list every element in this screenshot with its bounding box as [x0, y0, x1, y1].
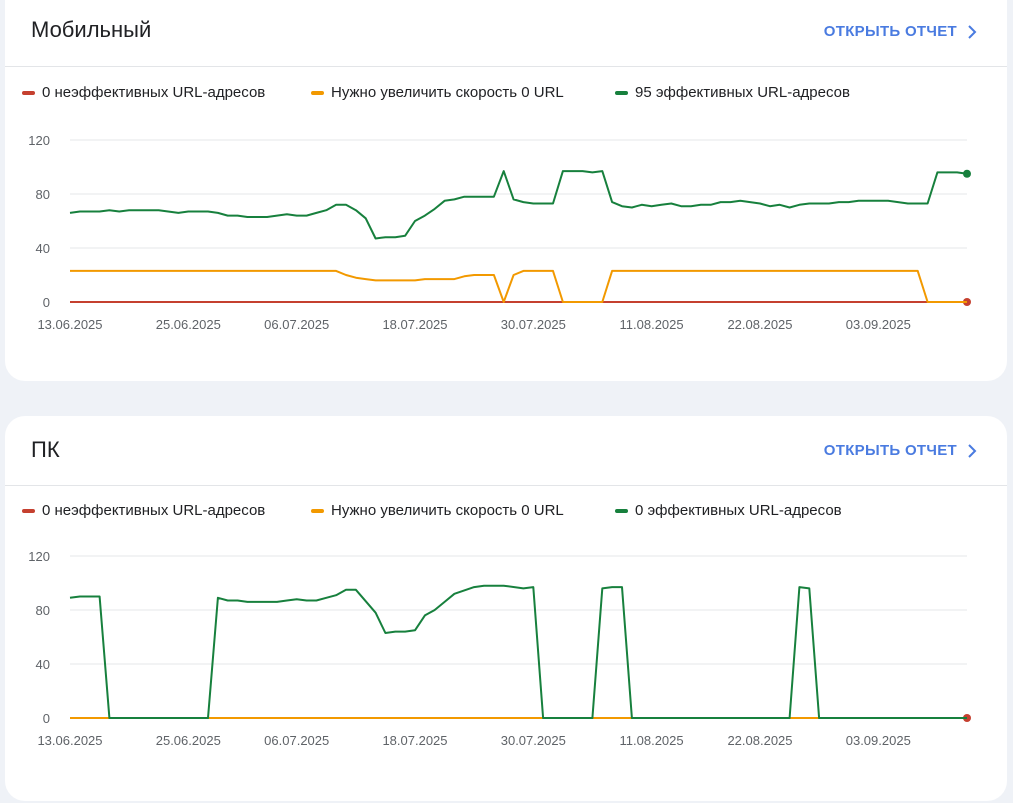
legend-item-needs-improvement[interactable]: Нужно увеличить скорость 0 URL	[311, 84, 564, 101]
legend-label: Нужно увеличить скорость 0 URL	[331, 502, 564, 519]
legend-item-poor[interactable]: 0 неэффективных URL-адресов	[22, 84, 265, 101]
legend-swatch-needs-improvement	[311, 508, 324, 513]
card-header: ПК ОТКРЫТЬ ОТЧЕТ	[5, 416, 1007, 486]
chevron-right-icon	[968, 443, 977, 458]
open-report-label: ОТКРЫТЬ ОТЧЕТ	[823, 23, 957, 40]
pc-line-chart: 0 40 80 120 13.06.2025 25.06.2025 06.07.2025 18…	[28, 549, 971, 748]
x-tick-label: 06.07.2025	[264, 733, 329, 748]
open-report-link[interactable]: ОТКРЫТЬ ОТЧЕТ	[824, 442, 977, 459]
open-report-link[interactable]: ОТКРЫТЬ ОТЧЕТ	[824, 23, 977, 40]
legend-swatch-poor	[22, 508, 35, 513]
y-tick-label: 120	[28, 133, 50, 148]
chart-legend: 0 неэффективных URL-адресов Нужно увелич…	[5, 84, 1007, 108]
legend-swatch-needs-improvement	[311, 90, 324, 95]
series-line-good	[69, 584, 967, 719]
card-header: Мобильный ОТКРЫТЬ ОТЧЕТ	[5, 0, 1007, 67]
y-tick-label: 80	[36, 603, 50, 618]
x-tick-label: 22.08.2025	[727, 733, 792, 748]
x-tick-label: 30.07.2025	[501, 733, 566, 748]
mobile-card: Мобильный ОТКРЫТЬ ОТЧЕТ 0 неэффективных …	[5, 0, 1007, 381]
x-tick-label: 25.06.2025	[156, 733, 221, 748]
legend-item-poor[interactable]: 0 неэффективных URL-адресов	[22, 502, 265, 519]
chart-legend: 0 неэффективных URL-адресов Нужно увелич…	[5, 502, 1007, 526]
legend-item-needs-improvement[interactable]: Нужно увеличить скорость 0 URL	[311, 502, 564, 519]
series-line-needs-improvement	[70, 269, 967, 303]
y-tick-label: 40	[36, 241, 50, 256]
y-tick-label: 80	[36, 187, 50, 202]
legend-swatch-poor	[22, 90, 35, 95]
open-report-label: ОТКРЫТЬ ОТЧЕТ	[823, 442, 957, 459]
legend-label: Нужно увеличить скорость 0 URL	[331, 84, 564, 101]
legend-item-good[interactable]: 95 эффективных URL-адресов	[615, 84, 850, 101]
x-tick-label: 30.07.2025	[501, 317, 566, 332]
mobile-line-chart: 0 40 80 120 13.06.2025 25.06.2025 06.07.2025 18…	[28, 133, 971, 332]
y-tick-label: 40	[36, 657, 50, 672]
legend-swatch-good	[615, 90, 628, 95]
x-tick-label: 06.07.2025	[264, 317, 329, 332]
x-tick-label: 25.06.2025	[156, 317, 221, 332]
legend-label: 0 эффективных URL-адресов	[635, 502, 842, 519]
y-tick-label: 120	[28, 549, 50, 564]
x-tick-label: 13.06.2025	[37, 317, 102, 332]
x-tick-label: 22.08.2025	[727, 317, 792, 332]
card-title: ПК	[31, 437, 60, 462]
pc-card: ПК ОТКРЫТЬ ОТЧЕТ 0 неэффективных URL-адр…	[5, 416, 1007, 801]
y-tick-label: 0	[43, 711, 50, 726]
legend-label: 0 неэффективных URL-адресов	[42, 502, 266, 519]
x-tick-label: 18.07.2025	[382, 317, 447, 332]
legend-label: 0 неэффективных URL-адресов	[42, 84, 266, 101]
x-tick-label: 11.08.2025	[620, 317, 684, 332]
legend-item-good[interactable]: 0 эффективных URL-адресов	[615, 502, 842, 519]
x-tick-label: 03.09.2025	[846, 317, 911, 332]
y-tick-label: 0	[43, 295, 50, 310]
x-tick-label: 18.07.2025	[382, 733, 447, 748]
series-end-point	[963, 169, 971, 178]
series-line-good	[69, 170, 968, 240]
x-tick-label: 11.08.2025	[620, 733, 684, 748]
legend-label: 95 эффективных URL-адресов	[635, 84, 850, 101]
card-title: Мобильный	[31, 17, 152, 42]
x-tick-label: 13.06.2025	[37, 733, 102, 748]
chevron-right-icon	[968, 24, 977, 39]
x-tick-label: 03.09.2025	[846, 733, 911, 748]
legend-swatch-good	[615, 508, 628, 513]
